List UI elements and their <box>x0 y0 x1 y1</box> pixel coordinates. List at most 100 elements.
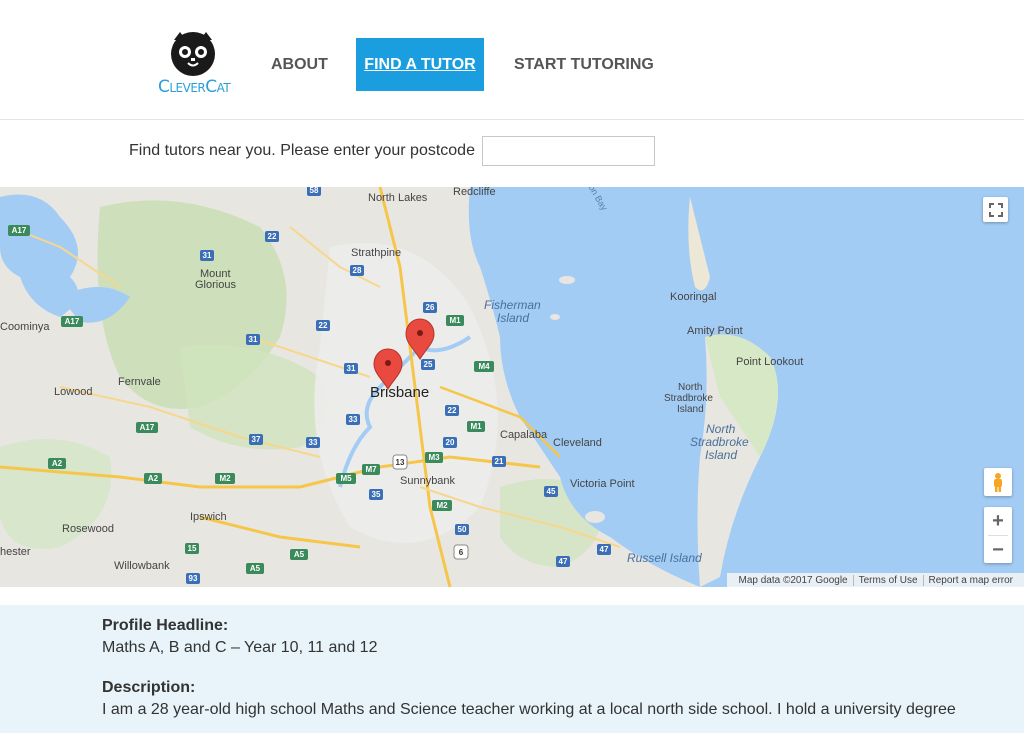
svg-text:M2: M2 <box>219 474 231 483</box>
fullscreen-button[interactable] <box>983 197 1008 222</box>
description-text: I am a 28 year-old high school Maths and… <box>102 701 956 718</box>
svg-text:45: 45 <box>547 487 556 496</box>
clevercat-logo[interactable]: CleverCat <box>158 30 231 102</box>
map-label-victoria-point: Victoria Point <box>570 478 635 490</box>
svg-text:20: 20 <box>446 438 455 447</box>
svg-text:A2: A2 <box>148 474 159 483</box>
map-label-north-lakes: North Lakes <box>368 192 428 204</box>
tutor-profile: Profile Headline: Maths A, B and C – Yea… <box>0 605 1024 733</box>
pegman-icon <box>994 473 1002 492</box>
site-header: CleverCat ABOUT FIND A TUTOR START TUTOR… <box>0 0 1024 120</box>
map-label-cleveland: Cleveland <box>553 437 602 449</box>
svg-text:93: 93 <box>189 574 198 583</box>
road-shield: 21 <box>492 456 506 467</box>
map-label-chester: hester <box>0 546 31 558</box>
profile-headline-value: Maths A, B and C – Year 10, 11 and 12 <box>102 639 378 656</box>
map-label-point-lookout: Point Lookout <box>736 356 803 368</box>
road-shield: 45 <box>544 486 558 497</box>
road-shield: 47 <box>556 556 570 567</box>
cat-face-icon <box>171 32 215 76</box>
road-shield: 58 <box>307 187 321 196</box>
road-shield: 6 <box>453 544 469 560</box>
svg-text:M1: M1 <box>470 422 482 431</box>
postcode-search: Find tutors near you. Please enter your … <box>129 136 655 166</box>
map-label-coominya: Coominya <box>0 321 50 333</box>
road-shield: M3 <box>425 452 443 463</box>
svg-text:A17: A17 <box>12 226 27 235</box>
svg-text:15: 15 <box>188 544 197 553</box>
map-label-amity-point: Amity Point <box>687 325 743 337</box>
road-shield: M2 <box>432 500 452 511</box>
svg-text:13: 13 <box>396 458 405 467</box>
svg-text:28: 28 <box>353 266 362 275</box>
map-label-russell-island: Russell Island <box>627 551 702 565</box>
road-shield: 33 <box>306 437 320 448</box>
svg-text:25: 25 <box>424 360 433 369</box>
svg-text:A17: A17 <box>65 317 80 326</box>
road-shield: 50 <box>455 524 469 535</box>
road-shield: M7 <box>362 464 380 475</box>
road-shield: 22 <box>265 231 279 242</box>
nav-find-a-tutor[interactable]: FIND A TUTOR <box>356 38 484 91</box>
svg-text:35: 35 <box>372 490 381 499</box>
map-label-ipswich: Ipswich <box>190 511 227 523</box>
postcode-input[interactable] <box>481 136 655 166</box>
road-shield: M2 <box>215 473 235 484</box>
svg-text:A5: A5 <box>294 550 305 559</box>
svg-text:A2: A2 <box>52 459 63 468</box>
nav-start-tutoring[interactable]: START TUTORING <box>514 38 654 91</box>
svg-text:M1: M1 <box>449 316 461 325</box>
svg-text:22: 22 <box>268 232 277 241</box>
map-label-sunnybank: Sunnybank <box>400 475 456 487</box>
map-label-strathpine: Strathpine <box>351 247 401 259</box>
road-shield: A5 <box>246 563 264 574</box>
svg-text:31: 31 <box>203 251 212 260</box>
road-shield: M1 <box>467 421 485 432</box>
map-canvas[interactable]: North Lakes Redcliffe Strathpine Mount Gl… <box>0 187 1024 587</box>
profile-headline-label: Profile Headline: <box>102 617 229 634</box>
map-label-mount-glorious: Mount Glorious <box>195 268 236 291</box>
road-shield: A2 <box>48 458 66 469</box>
svg-text:M7: M7 <box>365 465 377 474</box>
road-shield: M1 <box>446 315 464 326</box>
zoom-in-button[interactable]: + <box>984 507 1012 535</box>
road-shield: A2 <box>144 473 162 484</box>
svg-text:6: 6 <box>459 548 464 557</box>
road-shield: 22 <box>316 320 330 331</box>
zoom-controls: + − <box>984 507 1012 563</box>
road-shield: 47 <box>597 544 611 555</box>
svg-text:22: 22 <box>319 321 328 330</box>
svg-text:50: 50 <box>458 525 467 534</box>
tutor-map[interactable]: North Lakes Redcliffe Strathpine Mount Gl… <box>0 187 1024 587</box>
road-shield: 31 <box>200 250 214 261</box>
postcode-label: Find tutors near you. Please enter your … <box>129 142 475 159</box>
road-shield: 28 <box>350 265 364 276</box>
report-map-error-link[interactable]: Report a map error <box>924 575 1018 586</box>
svg-text:37: 37 <box>252 435 261 444</box>
terms-of-use-link[interactable]: Terms of Use <box>854 574 924 586</box>
road-shield: 20 <box>443 437 457 448</box>
zoom-out-button[interactable]: − <box>984 536 1012 564</box>
road-shield: M5 <box>336 473 356 484</box>
svg-text:47: 47 <box>600 545 609 554</box>
road-shield: 15 <box>185 543 199 554</box>
svg-text:M5: M5 <box>340 474 352 483</box>
road-shield: 31 <box>246 334 260 345</box>
road-shield: 35 <box>369 489 383 500</box>
map-label-capalaba: Capalaba <box>500 429 548 441</box>
map-label-lowood: Lowood <box>54 386 93 398</box>
road-shield: 33 <box>346 414 360 425</box>
road-shield: A5 <box>290 549 308 560</box>
svg-text:33: 33 <box>309 438 318 447</box>
map-label-redcliffe: Redcliffe <box>453 187 496 198</box>
road-shield: 26 <box>423 302 437 313</box>
road-shield: 25 <box>421 359 435 370</box>
road-shield: 13 <box>392 454 408 470</box>
road-shield: A17 <box>61 316 83 327</box>
logo-wordmark: CleverCat <box>158 77 231 97</box>
map-label-rosewood: Rosewood <box>62 523 114 535</box>
street-view-button[interactable] <box>984 468 1012 496</box>
nav-about[interactable]: ABOUT <box>271 38 328 91</box>
map-label-fernvale: Fernvale <box>118 376 161 388</box>
road-shield: A17 <box>8 225 30 236</box>
